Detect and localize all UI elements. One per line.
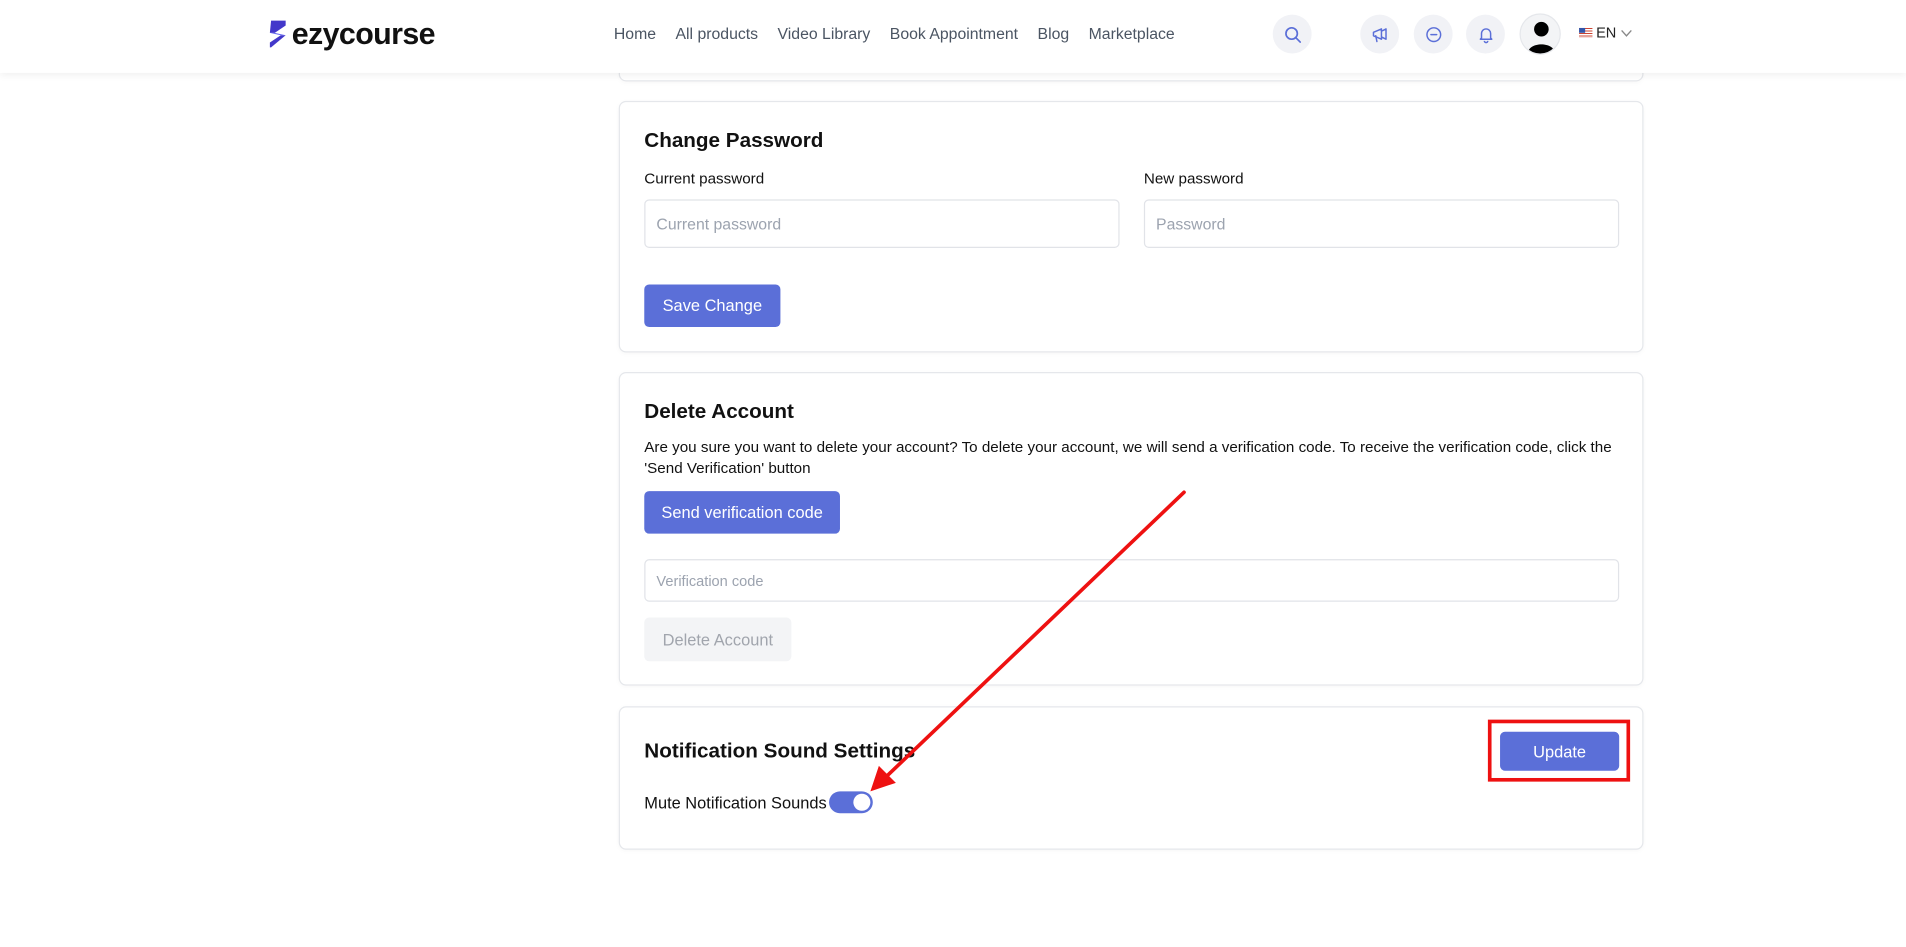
delete-account-title: Delete Account (644, 399, 794, 424)
nav-video-library[interactable]: Video Library (778, 24, 871, 43)
delete-account-card: Delete Account Are you sure you want to … (618, 371, 1644, 686)
mute-notification-label: Mute Notification Sounds (644, 793, 827, 813)
new-password-label: New password (1143, 170, 1244, 188)
search-icon (1284, 26, 1301, 43)
bell-icon (1479, 27, 1492, 43)
toggle-knob (853, 793, 871, 811)
new-password-input[interactable] (1143, 199, 1620, 248)
notification-sound-title: Notification Sound Settings (644, 739, 916, 763)
current-password-label: Current password (644, 170, 765, 188)
user-avatar[interactable] (1519, 13, 1561, 55)
nav-marketplace[interactable]: Marketplace (1089, 24, 1175, 43)
nav-book-appointment[interactable]: Book Appointment (890, 24, 1018, 43)
delete-account-description: Are you sure you want to delete your acc… (644, 438, 1612, 477)
nav-home[interactable]: Home (614, 24, 656, 43)
us-flag-icon (1579, 27, 1593, 38)
language-code: EN (1596, 24, 1617, 42)
send-verification-code-button[interactable]: Send verification code (644, 491, 840, 534)
announcements-button[interactable] (1360, 14, 1400, 54)
nav-all-products[interactable]: All products (675, 24, 758, 43)
messages-button[interactable] (1413, 14, 1453, 54)
megaphone-icon (1372, 27, 1387, 42)
top-navbar: ezycourse Home All products Video Librar… (0, 0, 1906, 73)
chevron-down-icon (1620, 29, 1632, 37)
update-highlight-box (1487, 719, 1631, 782)
main-nav: Home All products Video Library Book App… (614, 24, 1175, 43)
logo-icon (269, 20, 286, 48)
language-selector[interactable]: EN (1579, 24, 1632, 41)
notifications-button[interactable] (1466, 14, 1505, 54)
verification-code-input[interactable] (644, 559, 1620, 602)
nav-blog[interactable]: Blog (1038, 24, 1070, 43)
current-password-input[interactable] (644, 199, 1120, 248)
chat-icon (1425, 26, 1441, 42)
user-icon (1528, 21, 1555, 54)
mute-notification-toggle[interactable] (829, 791, 873, 814)
delete-account-button[interactable]: Delete Account (644, 617, 792, 662)
brand-logo[interactable]: ezycourse (267, 16, 436, 51)
change-password-card: Change Password Current password New pas… (618, 100, 1644, 353)
page: ezycourse Home All products Video Librar… (0, 0, 1906, 947)
save-change-button[interactable]: Save Change (644, 284, 781, 327)
search-button[interactable] (1272, 14, 1312, 54)
change-password-title: Change Password (644, 128, 824, 152)
brand-name: ezycourse (291, 16, 436, 51)
